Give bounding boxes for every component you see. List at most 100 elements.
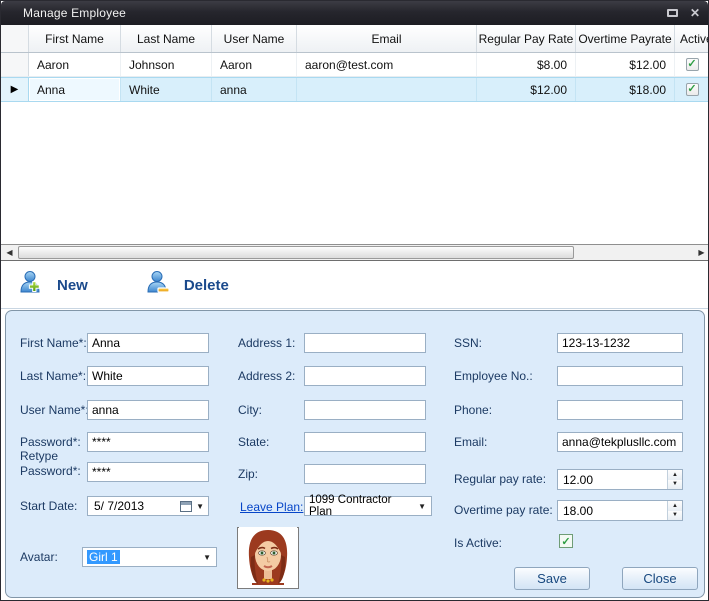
- overtime-pay-rate-stepper[interactable]: 18.00 ▲ ▼: [557, 500, 683, 521]
- scroll-left-icon[interactable]: ◀: [1, 245, 18, 260]
- overtime-pay-rate-label: Overtime pay rate:: [454, 503, 553, 517]
- row-selector[interactable]: ▶: [1, 78, 29, 101]
- save-button[interactable]: Save: [514, 567, 590, 590]
- last-name-field[interactable]: [87, 366, 209, 386]
- header-row-selector: [1, 25, 29, 52]
- retype-password-label: Retype Password*:: [20, 449, 86, 479]
- check-icon[interactable]: ✓: [686, 58, 699, 71]
- new-button[interactable]: New: [19, 269, 88, 302]
- cell-email[interactable]: [297, 78, 477, 101]
- spinner-down-icon[interactable]: ▼: [668, 511, 682, 521]
- cell-overtime-payrate[interactable]: $18.00: [576, 78, 675, 101]
- column-header-user-name[interactable]: User Name: [212, 25, 297, 52]
- start-date-picker[interactable]: 5/ 7/2013 ▼: [87, 496, 209, 516]
- cell-first-name[interactable]: Aaron: [29, 53, 121, 76]
- cell-overtime-payrate[interactable]: $12.00: [576, 53, 675, 76]
- manage-employee-window: Manage Employee ✕ First Name Last Name U…: [0, 0, 709, 601]
- scrollbar-track[interactable]: [18, 245, 693, 260]
- column-header-last-name[interactable]: Last Name: [121, 25, 212, 52]
- window-title: Manage Employee: [1, 6, 126, 20]
- toolbar: New Delete: [1, 262, 709, 309]
- email-label: Email:: [454, 435, 487, 449]
- avatar-label: Avatar:: [20, 550, 58, 564]
- zip-label: Zip:: [238, 467, 258, 481]
- chevron-down-icon[interactable]: ▼: [413, 502, 431, 511]
- chevron-down-icon[interactable]: ▼: [192, 502, 208, 511]
- cell-active[interactable]: ✓: [675, 78, 709, 101]
- cell-last-name[interactable]: Johnson: [121, 53, 212, 76]
- spinner-up-icon[interactable]: ▲: [668, 501, 682, 511]
- retype-password-field[interactable]: [87, 462, 209, 482]
- spinner-up-icon[interactable]: ▲: [668, 470, 682, 480]
- column-header-email[interactable]: Email: [297, 25, 477, 52]
- cell-first-name[interactable]: Anna: [29, 78, 121, 101]
- leave-plan-select[interactable]: 1099 Contractor Plan ▼: [304, 496, 432, 516]
- regular-pay-rate-label: Regular pay rate:: [454, 472, 546, 486]
- leave-plan-link[interactable]: Leave Plan:: [240, 500, 303, 514]
- column-header-overtime-payrate[interactable]: Overtime Payrate: [576, 25, 675, 52]
- avatar-select[interactable]: Girl 1 ▼: [82, 547, 217, 567]
- table-row[interactable]: Aaron Johnson Aaron aaron@test.com $8.00…: [1, 53, 709, 77]
- password-field[interactable]: [87, 432, 209, 452]
- grid-header: First Name Last Name User Name Email Reg…: [1, 25, 709, 53]
- avatar-girl-image: [239, 527, 297, 590]
- table-row-selected[interactable]: ▶ Anna White anna $12.00 $18.00 ✓: [1, 77, 709, 102]
- new-button-label: New: [57, 277, 88, 294]
- is-active-checkbox[interactable]: ✓: [559, 534, 573, 548]
- close-form-button[interactable]: Close: [622, 567, 698, 590]
- regular-pay-rate-value: 12.00: [563, 473, 593, 487]
- titlebar: Manage Employee ✕: [1, 1, 708, 25]
- leave-plan-selected-value: 1099 Contractor Plan: [309, 494, 413, 518]
- address1-label: Address 1:: [238, 336, 295, 350]
- overtime-pay-rate-value: 18.00: [563, 504, 593, 518]
- remove-user-icon: [146, 269, 174, 302]
- cell-active[interactable]: ✓: [675, 53, 709, 76]
- phone-label: Phone:: [454, 403, 492, 417]
- horizontal-scrollbar[interactable]: ◀ ▶: [1, 244, 709, 261]
- ssn-field[interactable]: [557, 333, 683, 353]
- delete-button-label: Delete: [184, 277, 229, 294]
- cell-user-name[interactable]: anna: [212, 78, 297, 101]
- user-name-field[interactable]: [87, 400, 209, 420]
- regular-pay-rate-stepper[interactable]: 12.00 ▲ ▼: [557, 469, 683, 490]
- state-label: State:: [238, 435, 269, 449]
- address1-field[interactable]: [304, 333, 426, 353]
- scroll-right-icon[interactable]: ▶: [693, 245, 709, 260]
- avatar-selected-value: Girl 1: [87, 550, 120, 564]
- chevron-down-icon[interactable]: ▼: [198, 553, 216, 562]
- cell-last-name[interactable]: White: [121, 78, 212, 101]
- avatar-preview: [237, 527, 299, 589]
- row-selector[interactable]: [1, 53, 29, 76]
- start-date-value: 5/ 7/2013: [94, 499, 144, 513]
- last-name-label: Last Name*:: [20, 369, 86, 383]
- add-user-icon: [19, 269, 47, 302]
- close-button[interactable]: ✕: [690, 7, 700, 19]
- employee-form: First Name*: Last Name*: User Name*: Pas…: [5, 310, 705, 598]
- column-header-first-name[interactable]: First Name: [29, 25, 121, 52]
- calendar-icon[interactable]: [180, 501, 192, 512]
- delete-button[interactable]: Delete: [146, 269, 229, 302]
- column-header-active[interactable]: Active: [675, 25, 709, 52]
- is-active-label: Is Active:: [454, 536, 502, 550]
- check-icon[interactable]: ✓: [686, 83, 699, 96]
- scrollbar-thumb[interactable]: [18, 246, 574, 259]
- ssn-label: SSN:: [454, 336, 482, 350]
- city-field[interactable]: [304, 400, 426, 420]
- cell-regular-pay-rate[interactable]: $12.00: [477, 78, 576, 101]
- cell-user-name[interactable]: Aaron: [212, 53, 297, 76]
- first-name-label: First Name*:: [20, 336, 87, 350]
- password-label: Password*:: [20, 435, 81, 449]
- email-field[interactable]: [557, 432, 683, 452]
- state-field[interactable]: [304, 432, 426, 452]
- cell-email[interactable]: aaron@test.com: [297, 53, 477, 76]
- zip-field[interactable]: [304, 464, 426, 484]
- cell-regular-pay-rate[interactable]: $8.00: [477, 53, 576, 76]
- spinner-down-icon[interactable]: ▼: [668, 480, 682, 490]
- minimize-button[interactable]: [667, 7, 678, 19]
- address2-field[interactable]: [304, 366, 426, 386]
- phone-field[interactable]: [557, 400, 683, 420]
- employee-no-field[interactable]: [557, 366, 683, 386]
- first-name-field[interactable]: [87, 333, 209, 353]
- current-row-marker-icon: ▶: [11, 84, 19, 95]
- column-header-regular-pay-rate[interactable]: Regular Pay Rate: [477, 25, 576, 52]
